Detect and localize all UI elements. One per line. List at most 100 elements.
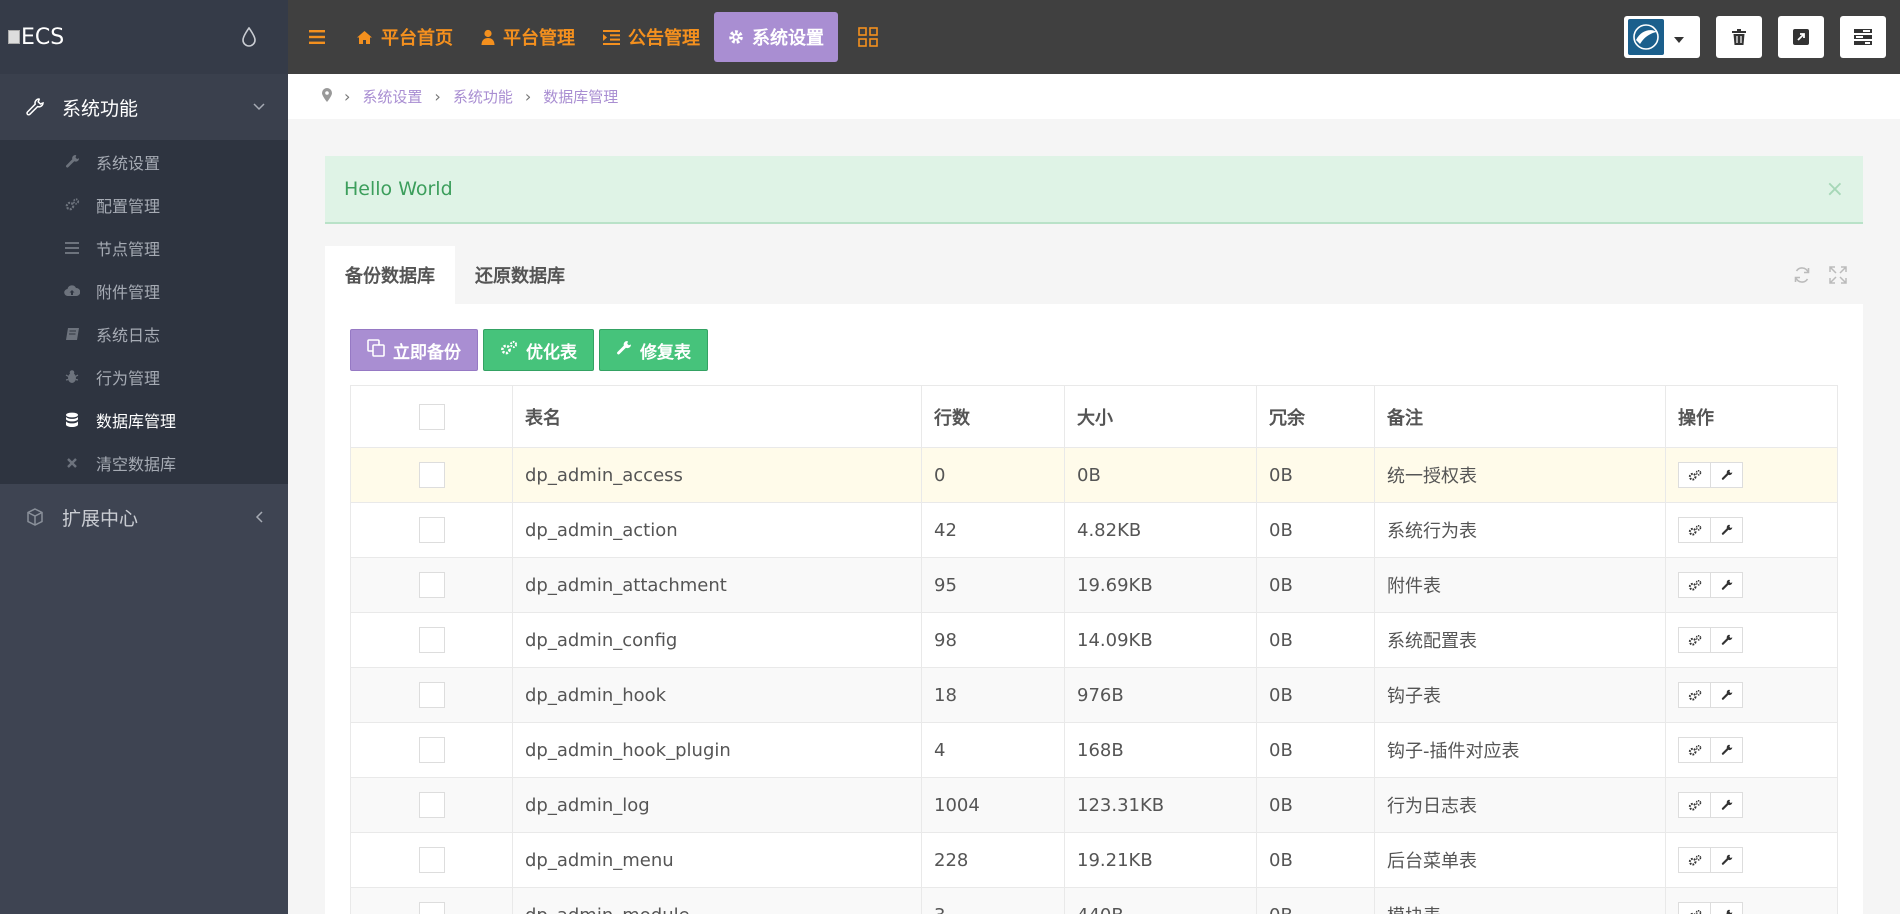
apps-grid-button[interactable] xyxy=(848,17,888,57)
top-nav-settings[interactable]: 系统设置 xyxy=(714,12,838,62)
sidebar-item-actions[interactable]: 行为管理 xyxy=(0,355,288,398)
cell-rows: 18 xyxy=(921,667,1065,723)
column-header[interactable]: 冗余 xyxy=(1256,385,1375,448)
row-checkbox[interactable] xyxy=(418,627,445,653)
table-row[interactable]: dp_admin_module3440B0B模块表 xyxy=(350,887,1838,914)
nav-group-system[interactable]: 系统功能 xyxy=(0,74,288,140)
table-row[interactable]: dp_admin_log 1004 123.31KB 0B 行为日志表 xyxy=(350,777,1838,833)
repair-row-button[interactable] xyxy=(1710,902,1743,914)
sidebar-item-system-settings[interactable]: 系统设置 xyxy=(0,140,288,183)
row-checkbox[interactable] xyxy=(418,682,445,708)
optimize-row-button[interactable] xyxy=(1678,627,1711,653)
table-row[interactable]: dp_admin_attachment 95 19.69KB 0B 附件表 xyxy=(350,557,1838,613)
cell-table-name: dp_admin_log xyxy=(512,777,922,833)
sidebar-item-config[interactable]: 配置管理 xyxy=(0,183,288,226)
cell-free: 0B xyxy=(1256,557,1375,613)
column-header[interactable]: 行数 xyxy=(921,385,1065,448)
cell-actions xyxy=(1665,832,1838,888)
repair-row-button[interactable] xyxy=(1710,682,1743,708)
open-frontend-button[interactable] xyxy=(1778,16,1824,58)
breadcrumb-item-current[interactable]: 数据库管理 xyxy=(543,86,618,107)
sidebar-item-logs[interactable]: 系统日志 xyxy=(0,312,288,355)
repair-row-button[interactable] xyxy=(1710,517,1743,543)
column-header: 操作 xyxy=(1665,385,1838,448)
cell-comment: 系统配置表 xyxy=(1374,612,1666,668)
optimize-row-button[interactable] xyxy=(1678,572,1711,598)
sidebar-item-label: 系统设置 xyxy=(96,153,161,173)
copy-icon xyxy=(367,338,385,362)
repair-row-button[interactable] xyxy=(1710,627,1743,653)
cell-size: 4.82KB xyxy=(1064,502,1257,558)
table-row[interactable]: dp_admin_action 42 4.82KB 0B 系统行为表 xyxy=(350,502,1838,558)
breadcrumb-item[interactable]: 系统功能 xyxy=(453,86,513,107)
clear-cache-button[interactable] xyxy=(1716,16,1762,58)
optimize-row-button[interactable] xyxy=(1678,462,1711,488)
alert-close-button[interactable]: × xyxy=(1826,177,1844,202)
row-checkbox[interactable] xyxy=(418,902,445,914)
nav-group-label: 系统功能 xyxy=(62,97,139,120)
repair-row-button[interactable] xyxy=(1710,847,1743,873)
cell-rows: 4 xyxy=(921,722,1065,778)
tab-backup[interactable]: 备份数据库 xyxy=(325,246,455,304)
logo[interactable]: ECS xyxy=(8,25,64,50)
row-checkbox[interactable] xyxy=(418,792,445,818)
cell-actions xyxy=(1665,722,1838,778)
repair-row-button[interactable] xyxy=(1710,462,1743,488)
top-nav-platform[interactable]: 平台管理 xyxy=(467,12,589,62)
top-nav-notice[interactable]: 公告管理 xyxy=(589,12,714,62)
cell-rows: 95 xyxy=(921,557,1065,613)
optimize-row-button[interactable] xyxy=(1678,847,1711,873)
column-header[interactable]: 备注 xyxy=(1374,385,1666,448)
row-checkbox-cell xyxy=(350,502,513,558)
repair-row-button[interactable] xyxy=(1710,572,1743,598)
optimize-row-button[interactable] xyxy=(1678,517,1711,543)
repair-row-button[interactable] xyxy=(1710,737,1743,763)
layout-toggle-button[interactable] xyxy=(1840,16,1886,58)
sidebar-item-nodes[interactable]: 节点管理 xyxy=(0,226,288,269)
column-header[interactable]: 大小 xyxy=(1064,385,1257,448)
theme-drop-icon[interactable] xyxy=(234,22,264,52)
repair-button[interactable]: 修复表 xyxy=(599,329,708,371)
refresh-icon[interactable] xyxy=(1791,264,1813,286)
database-icon xyxy=(64,412,80,428)
optimize-row-button[interactable] xyxy=(1678,682,1711,708)
cell-table-name: dp_admin_access xyxy=(512,447,922,503)
top-nav-label: 公告管理 xyxy=(628,28,700,49)
row-checkbox[interactable] xyxy=(418,572,445,598)
menu-toggle-button[interactable] xyxy=(302,22,332,52)
optimize-button[interactable]: 优化表 xyxy=(483,329,594,371)
row-checkbox[interactable] xyxy=(418,517,445,543)
row-checkbox[interactable] xyxy=(418,462,445,488)
column-header[interactable]: 表名 xyxy=(512,385,922,448)
cell-free: 0B xyxy=(1256,447,1375,503)
indent-list-icon xyxy=(603,29,620,45)
avatar xyxy=(1628,19,1664,55)
home-icon xyxy=(356,30,373,45)
tab-restore[interactable]: 还原数据库 xyxy=(455,246,585,304)
fullscreen-icon[interactable] xyxy=(1827,264,1849,286)
row-checkbox[interactable] xyxy=(418,847,445,873)
breadcrumb-item[interactable]: 系统设置 xyxy=(362,86,422,107)
optimize-row-button[interactable] xyxy=(1678,792,1711,818)
sidebar-item-clear-db[interactable]: 清空数据库 xyxy=(0,441,288,484)
cell-free: 0B xyxy=(1256,887,1375,914)
select-all-checkbox[interactable] xyxy=(418,403,445,430)
table-row[interactable]: dp_admin_config 98 14.09KB 0B 系统配置表 xyxy=(350,612,1838,668)
backup-now-button[interactable]: 立即备份 xyxy=(350,329,478,371)
optimize-row-button[interactable] xyxy=(1678,737,1711,763)
sidebar-item-database[interactable]: 数据库管理 xyxy=(0,398,288,441)
table-row[interactable]: dp_admin_hook 18 976B 0B 钩子表 xyxy=(350,667,1838,723)
nav-group-extensions[interactable]: 扩展中心 xyxy=(0,484,288,550)
table-row[interactable]: dp_admin_hook_plugin 4 168B 0B 钩子-插件对应表 xyxy=(350,722,1838,778)
table-row[interactable]: dp_admin_access 0 0B 0B 统一授权表 xyxy=(350,447,1838,503)
sidebar-item-label: 数据库管理 xyxy=(96,411,177,431)
optimize-row-button[interactable] xyxy=(1678,902,1711,914)
top-nav-home[interactable]: 平台首页 xyxy=(342,12,467,62)
top-nav-label: 系统设置 xyxy=(752,28,824,49)
sidebar-item-attachments[interactable]: 附件管理 xyxy=(0,269,288,312)
user-menu-button[interactable] xyxy=(1624,16,1700,58)
repair-row-button[interactable] xyxy=(1710,792,1743,818)
row-checkbox[interactable] xyxy=(418,737,445,763)
wrench-icon xyxy=(1721,579,1733,591)
table-row[interactable]: dp_admin_menu 228 19.21KB 0B 后台菜单表 xyxy=(350,832,1838,888)
